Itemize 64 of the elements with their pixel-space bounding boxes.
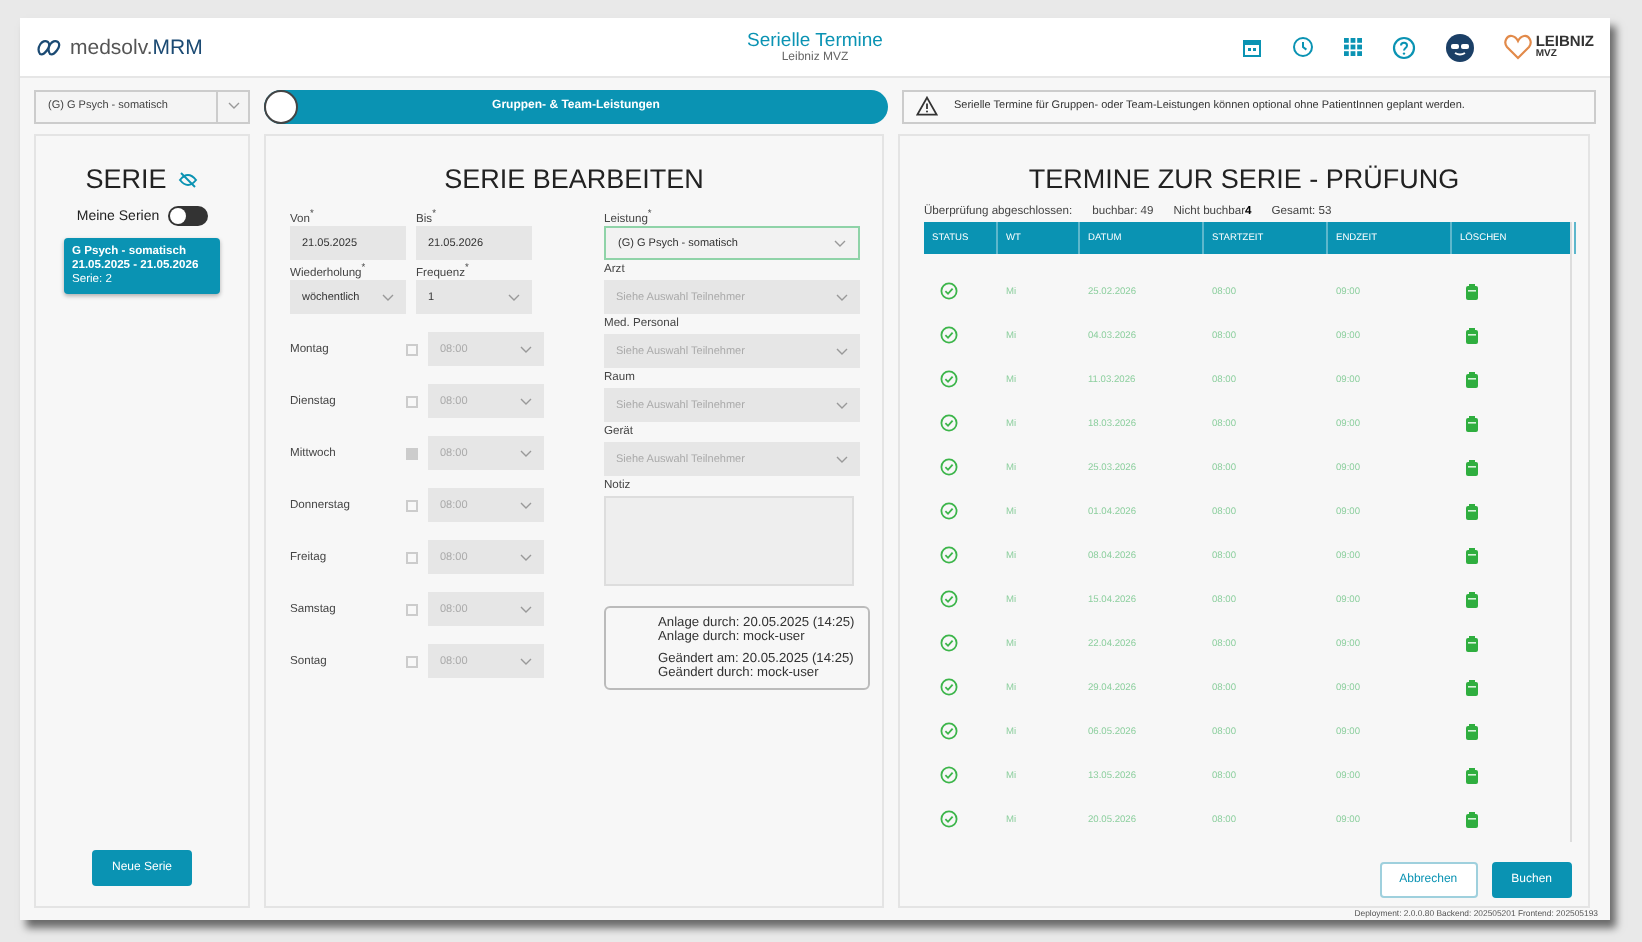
chevron-down-icon — [520, 449, 532, 457]
chevron-down-icon — [836, 455, 848, 463]
day-checkbox[interactable] — [406, 603, 418, 615]
trash-icon[interactable] — [1466, 768, 1478, 784]
panel-title: SERIE — [85, 164, 167, 194]
trash-icon[interactable] — [1466, 680, 1478, 696]
trash-icon[interactable] — [1466, 372, 1478, 388]
my-series-toggle[interactable] — [167, 206, 208, 226]
day-checkbox[interactable] — [406, 551, 418, 563]
chevron-down-icon — [520, 345, 532, 353]
help-icon[interactable] — [1391, 35, 1416, 59]
day-checkbox[interactable] — [406, 447, 418, 459]
check-circle-icon — [940, 370, 958, 388]
trash-icon[interactable] — [1466, 460, 1478, 476]
check-circle-icon — [940, 502, 958, 520]
sunglasses-avatar-icon[interactable] — [1445, 33, 1474, 61]
check-circle-icon — [940, 546, 958, 564]
chevron-down-icon — [520, 553, 532, 561]
check-circle-icon — [940, 810, 958, 828]
grid-icon[interactable] — [1343, 38, 1362, 56]
check-circle-icon — [940, 766, 958, 784]
check-circle-icon — [940, 678, 958, 696]
check-circle-icon — [940, 282, 958, 300]
chevron-down-icon — [227, 102, 239, 110]
trash-icon[interactable] — [1466, 504, 1478, 520]
chevron-down-icon — [520, 397, 532, 405]
trash-icon[interactable] — [1466, 548, 1478, 564]
chevron-down-icon — [382, 293, 394, 301]
day-checkbox[interactable] — [406, 343, 418, 355]
chevron-down-icon — [520, 501, 532, 509]
check-circle-icon — [940, 634, 958, 652]
calendar-icon[interactable] — [1241, 37, 1262, 57]
day-checkbox[interactable] — [406, 395, 418, 407]
check-circle-icon — [940, 414, 958, 432]
trash-icon[interactable] — [1466, 416, 1478, 432]
trash-icon[interactable] — [1466, 284, 1478, 300]
chevron-down-icon — [508, 293, 520, 301]
clock-icon[interactable] — [1291, 36, 1314, 58]
chevron-down-icon — [836, 293, 848, 301]
trash-icon[interactable] — [1466, 812, 1478, 828]
chevron-down-icon — [834, 239, 846, 247]
eye-off-icon[interactable] — [178, 171, 199, 187]
day-checkbox[interactable] — [406, 499, 418, 511]
trash-icon[interactable] — [1466, 592, 1478, 608]
panel-title: SERIE BEARBEITEN — [444, 164, 704, 194]
trash-icon[interactable] — [1466, 328, 1478, 344]
trash-icon[interactable] — [1466, 724, 1478, 740]
check-circle-icon — [940, 326, 958, 344]
trash-icon[interactable] — [1466, 636, 1478, 652]
chevron-down-icon — [836, 401, 848, 409]
page-title: Serielle Termine — [747, 30, 883, 52]
brand-name: medsolv.MRM — [70, 35, 203, 59]
note-field[interactable] — [604, 496, 854, 586]
day-checkbox[interactable] — [406, 655, 418, 667]
check-circle-icon — [940, 458, 958, 476]
warning-icon — [916, 96, 938, 116]
panel-title: TERMINE ZUR SERIE - PRÜFUNG — [1028, 164, 1460, 194]
check-circle-icon — [940, 590, 958, 608]
chevron-down-icon — [836, 347, 848, 355]
chevron-down-icon — [520, 605, 532, 613]
chevron-down-icon — [520, 657, 532, 665]
logo-icon — [36, 36, 64, 58]
check-circle-icon — [940, 722, 958, 740]
heart-icon — [1503, 34, 1532, 60]
